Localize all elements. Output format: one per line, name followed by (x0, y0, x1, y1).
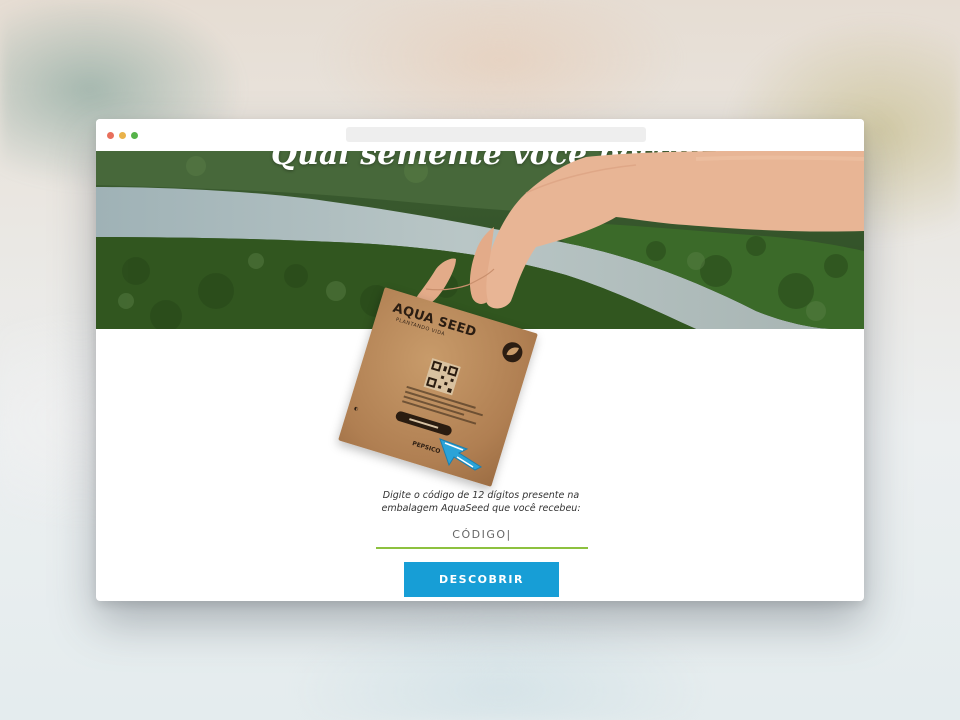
leaf-icon (502, 342, 523, 363)
arrow-pointer-icon (439, 438, 483, 471)
discover-button[interactable]: DESCOBRIR (404, 562, 559, 597)
code-instruction: Digite o código de 12 dígitos presente n… (381, 490, 581, 514)
code-input[interactable] (376, 521, 588, 549)
partner-logo: ◐ (353, 405, 360, 413)
browser-window: Qual semente você possui? AQUA SEED PLAN… (96, 119, 864, 601)
qr-code-icon (423, 358, 461, 396)
